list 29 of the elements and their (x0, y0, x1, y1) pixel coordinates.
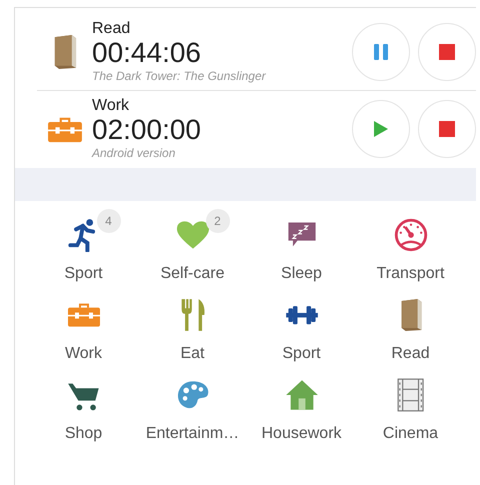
speedometer-icon (394, 218, 428, 252)
dumbbell-icon (284, 304, 318, 326)
timer-value: 02:00:00 (92, 115, 202, 145)
count-badge: 2 (206, 209, 230, 233)
toolbox-icon (66, 301, 100, 329)
category-tile[interactable]: Cinema (356, 367, 465, 443)
category-tile[interactable]: Eat (138, 287, 247, 363)
category-tile[interactable]: 4 Sport (29, 207, 138, 283)
category-tile[interactable]: Entertainm… (138, 367, 247, 443)
count-badge: 4 (96, 209, 120, 233)
activity-title: Read (92, 20, 132, 38)
activity-note: Android version (92, 145, 176, 161)
stop-icon (439, 44, 455, 60)
activity-title: Work (92, 97, 130, 115)
category-tile[interactable]: Sport (247, 287, 356, 363)
activity-note: The Dark Tower: The Gunslinger (92, 68, 267, 84)
pause-icon (373, 43, 389, 61)
category-tile[interactable]: 2 Self-care (138, 207, 247, 283)
category-tile[interactable]: Transport (356, 207, 465, 283)
house-icon (284, 378, 318, 412)
category-tile[interactable]: Housework (247, 367, 356, 443)
film-strip-icon (396, 378, 424, 412)
timer-value: 00:44:06 (92, 38, 202, 68)
category-tile[interactable]: Shop (29, 367, 138, 443)
category-tile[interactable]: Sleep (247, 207, 356, 283)
category-tile[interactable]: Work (29, 287, 138, 363)
play-icon (373, 120, 389, 138)
stop-icon (439, 121, 455, 137)
category-tile[interactable]: Read (356, 287, 465, 363)
